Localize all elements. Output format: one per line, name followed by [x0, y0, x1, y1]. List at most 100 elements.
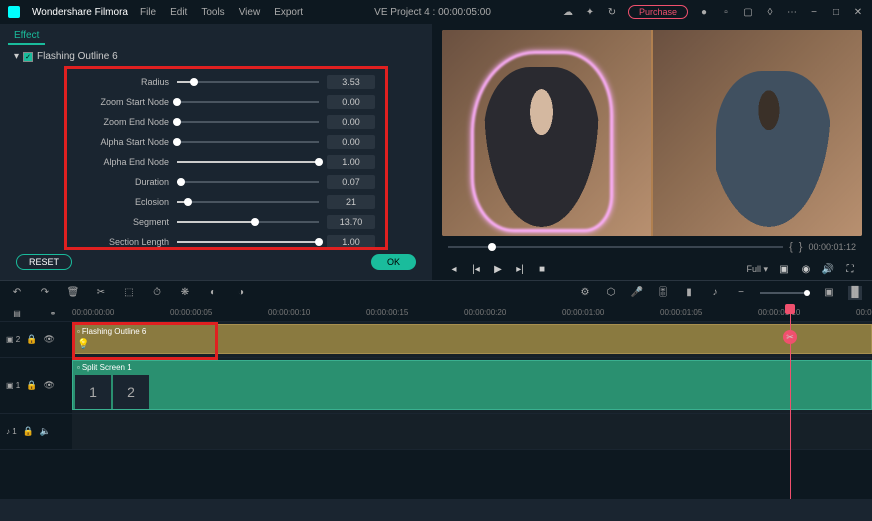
green-screen-icon[interactable]: ◐	[206, 286, 220, 300]
time-ruler[interactable]: ▤ ⚭ 00:00:00:0000:00:00:0500:00:00:1000:…	[0, 304, 872, 322]
param-slider[interactable]	[177, 141, 319, 143]
zoom-out-icon[interactable]: −	[734, 286, 748, 300]
param-row-eclosion: Eclosion 21	[77, 195, 375, 209]
param-label: Alpha End Node	[77, 157, 177, 167]
cloud-icon[interactable]: ☁	[562, 6, 574, 18]
step-fwd-icon[interactable]: ▸|	[514, 263, 526, 275]
param-row-segment: Segment 13.70	[77, 215, 375, 229]
crop-icon[interactable]: ⬚	[122, 286, 136, 300]
reset-button[interactable]: RESET	[16, 254, 72, 270]
screenshot-icon[interactable]: ▢	[742, 6, 754, 18]
param-value[interactable]: 0.00	[327, 95, 375, 109]
stop-icon[interactable]: ■	[536, 263, 548, 275]
undo-icon[interactable]: ↶	[10, 286, 24, 300]
gear-icon[interactable]: ⚙	[578, 286, 592, 300]
play-icon[interactable]: ▶	[492, 263, 504, 275]
scissors-icon[interactable]: ✂	[783, 330, 797, 344]
param-slider[interactable]	[177, 241, 319, 243]
param-value[interactable]: 13.70	[327, 215, 375, 229]
playhead[interactable]: ✂	[790, 304, 791, 499]
eye-icon[interactable]: 👁	[43, 380, 54, 391]
effect-checkbox[interactable]: ✓	[23, 52, 33, 62]
param-value[interactable]: 3.53	[327, 75, 375, 89]
split-box-1[interactable]: 1	[75, 375, 111, 409]
lock-icon[interactable]: 🔒	[23, 426, 34, 437]
eye-icon[interactable]: 👁	[43, 334, 54, 345]
param-value[interactable]: 1.00	[327, 235, 375, 249]
zoom-slider[interactable]	[760, 292, 810, 294]
mark-in-icon[interactable]: {	[789, 241, 793, 253]
save-icon[interactable]: ▫	[720, 6, 732, 18]
menu-export[interactable]: Export	[274, 7, 303, 18]
link-icon[interactable]: ⚭	[46, 306, 60, 320]
keyframe-icon[interactable]: ◑	[234, 286, 248, 300]
param-value[interactable]: 0.07	[327, 175, 375, 189]
cut-icon[interactable]: ✂	[94, 286, 108, 300]
param-slider[interactable]	[177, 81, 319, 83]
mixer-icon[interactable]: 🎚	[656, 286, 670, 300]
refresh-icon[interactable]: ↻	[606, 6, 618, 18]
delete-icon[interactable]: 🗑	[66, 286, 80, 300]
param-slider[interactable]	[177, 181, 319, 183]
step-back-icon[interactable]: |◂	[470, 263, 482, 275]
message-icon[interactable]: ◊	[764, 6, 776, 18]
preview-pane: {} 00:00:01:12 ◂ |◂ ▶ ▸| ■ Full ▾ ▣ ◉ 🔊 …	[432, 24, 872, 280]
ruler-tick: 00:00:00:20	[464, 308, 506, 317]
mute-icon[interactable]: 🔈	[40, 426, 51, 437]
clip-split-screen[interactable]: ▫Split Screen 1 1 2	[72, 360, 872, 410]
ruler-tick: 00:00:01:00	[562, 308, 604, 317]
lock-icon[interactable]: 🔒	[26, 380, 37, 391]
fit-icon[interactable]: ▐▌	[848, 286, 862, 300]
params-highlighted-box: Radius 3.53Zoom Start Node 0.00Zoom End …	[64, 66, 388, 250]
account-icon[interactable]: ●	[698, 6, 710, 18]
param-slider[interactable]	[177, 201, 319, 203]
zoom-in-icon[interactable]: ▣	[822, 286, 836, 300]
lightbulb-icon[interactable]: ✦	[584, 6, 596, 18]
record-icon[interactable]: ◉	[800, 263, 812, 275]
menu-tools[interactable]: Tools	[201, 7, 224, 18]
maximize-icon[interactable]: □	[830, 6, 842, 18]
prev-frame-icon[interactable]: ◂	[448, 263, 460, 275]
quality-dropdown[interactable]: Full ▾	[746, 264, 768, 275]
marker-icon[interactable]: ▮	[682, 286, 696, 300]
preview-video[interactable]	[442, 30, 862, 236]
menu-edit[interactable]: Edit	[170, 7, 187, 18]
param-value[interactable]: 1.00	[327, 155, 375, 169]
color-icon[interactable]: ❋	[178, 286, 192, 300]
shield-icon[interactable]: ⬡	[604, 286, 618, 300]
minimize-icon[interactable]: −	[808, 6, 820, 18]
lock-icon[interactable]: 🔒	[26, 334, 37, 345]
close-icon[interactable]: ✕	[852, 6, 864, 18]
speed-icon[interactable]: ⏱	[150, 286, 164, 300]
menu-view[interactable]: View	[239, 7, 261, 18]
param-slider[interactable]	[177, 101, 319, 103]
split-box-2[interactable]: 2	[113, 375, 149, 409]
purchase-button[interactable]: Purchase	[628, 5, 688, 19]
param-slider[interactable]	[177, 121, 319, 123]
fullscreen-icon[interactable]: ⛶	[844, 263, 856, 275]
more-icon[interactable]: ⋯	[786, 6, 798, 18]
titlebar-right: ☁ ✦ ↻ Purchase ● ▫ ▢ ◊ ⋯ − □ ✕	[562, 5, 864, 19]
param-slider[interactable]	[177, 221, 319, 223]
preview-scrubber[interactable]	[448, 246, 783, 248]
music-icon[interactable]: ♪	[708, 286, 722, 300]
track-audio-1: ♪ 1 🔒 🔈	[0, 414, 872, 450]
snapshot-icon[interactable]: ▣	[778, 263, 790, 275]
effect-tab[interactable]: Effect	[8, 28, 45, 45]
param-value[interactable]: 0.00	[327, 115, 375, 129]
expand-icon[interactable]: ▾	[14, 51, 19, 62]
volume-icon[interactable]: 🔊	[822, 263, 834, 275]
ok-button[interactable]: OK	[371, 254, 416, 270]
param-slider[interactable]	[177, 161, 319, 163]
ruler-tick: 00:00:00:00	[72, 308, 114, 317]
mark-out-icon[interactable]: }	[799, 241, 803, 253]
track-options-icon[interactable]: ▤	[10, 306, 24, 320]
param-value[interactable]: 21	[327, 195, 375, 209]
redo-icon[interactable]: ↷	[38, 286, 52, 300]
param-label: Eclosion	[77, 197, 177, 207]
clip-flashing-outline[interactable]: ▫Flashing Outline 6 💡	[72, 324, 872, 354]
mic-icon[interactable]: 🎤	[630, 286, 644, 300]
param-value[interactable]: 0.00	[327, 135, 375, 149]
menu-file[interactable]: File	[140, 7, 156, 18]
ruler-tick: 00:00:00:05	[170, 308, 212, 317]
